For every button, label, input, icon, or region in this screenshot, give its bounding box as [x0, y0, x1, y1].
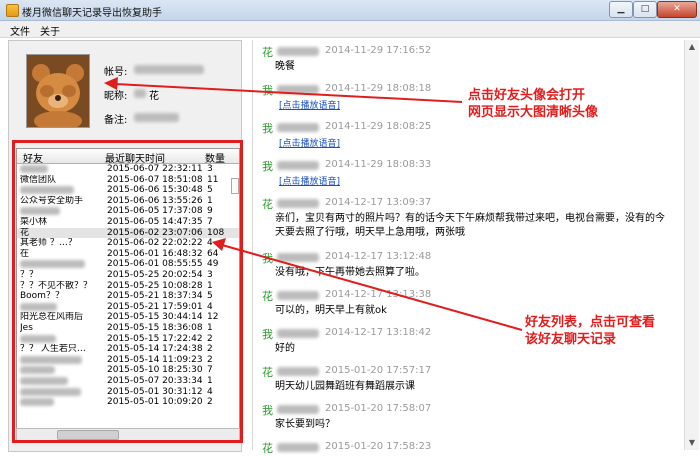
play-voice-link[interactable]: [点击播放语音] — [279, 98, 340, 111]
scroll-down-icon[interactable]: ▼ — [685, 436, 699, 450]
blurred-sender-name — [277, 199, 319, 208]
menu-about[interactable]: 关于 — [40, 23, 60, 38]
menu-file[interactable]: 文件 — [10, 23, 30, 38]
minimize-button[interactable]: ▁ — [609, 1, 633, 18]
chat-timestamp: 2015-01-20 17:57:17 — [325, 365, 432, 376]
account-label: 帐号: — [104, 67, 128, 78]
list-annotation: 好友列表，点击可查看 该好友聊天记录 — [525, 315, 656, 347]
chat-message: 亲们，宝贝有两寸的照片吗？有的话今天下午麻烦帮我带过来吧，电视台需要，没有的今天… — [275, 213, 665, 238]
chat-sender: 我 — [262, 404, 273, 417]
chat-sender: 花 — [262, 366, 273, 379]
chat-message: 没有哦，下午再带她去照算了啦。 — [275, 267, 425, 278]
chat-sender: 花 — [262, 290, 273, 303]
teddy-bear-icon — [27, 55, 89, 127]
avatar-annotation: 点击好友头像会打开 网页显示大图清晰头像 — [468, 88, 599, 120]
blurred-sender-name — [277, 253, 319, 262]
remark-value — [134, 113, 179, 122]
nickname-label: 昵称: — [104, 91, 128, 102]
chat-timestamp: 2015-01-20 17:58:07 — [325, 403, 432, 414]
chat-timestamp: 2014-12-17 13:18:42 — [325, 327, 432, 338]
chat-timestamp: 2014-11-29 18:08:33 — [325, 159, 432, 170]
blurred-sender-name — [277, 85, 319, 94]
remark-label: 备注: — [104, 115, 128, 126]
chat-timestamp: 2014-12-17 13:12:48 — [325, 251, 432, 262]
close-button[interactable]: ✕ — [657, 1, 697, 18]
title-bar: 楼月微信聊天记录导出恢复助手 ▁ □ ✕ — [0, 0, 700, 21]
chat-sender: 我 — [262, 122, 273, 135]
chat-sender: 我 — [262, 160, 273, 173]
chat-sender: 我 — [262, 84, 273, 97]
scroll-up-icon[interactable]: ▲ — [685, 40, 699, 54]
window-title: 楼月微信聊天记录导出恢复助手 — [22, 8, 162, 19]
chat-timestamp: 2014-12-17 13:13:38 — [325, 289, 432, 300]
blurred-sender-name — [277, 47, 319, 56]
maximize-button[interactable]: □ — [633, 1, 657, 18]
chat-timestamp: 2014-11-29 17:16:52 — [325, 45, 432, 56]
chat-timestamp: 2015-01-20 17:58:23 — [325, 441, 432, 452]
account-value — [134, 65, 204, 74]
blurred-sender-name — [277, 161, 319, 170]
blurred-sender-name — [277, 443, 319, 452]
play-voice-link[interactable]: [点击播放语音] — [279, 136, 340, 149]
nickname-blur — [134, 89, 146, 98]
chat-message: 家长要到吗？ — [275, 419, 335, 430]
chat-timestamp: 2014-11-29 18:08:25 — [325, 121, 432, 132]
blurred-sender-name — [277, 291, 319, 300]
chat-timestamp: 2014-12-17 13:09:37 — [325, 197, 432, 208]
friend-avatar[interactable] — [26, 54, 90, 128]
chat-message: 明天幼儿园舞蹈班有舞蹈展示课 — [275, 381, 415, 392]
menu-bar: 文件 关于 — [0, 21, 700, 38]
blurred-sender-name — [277, 405, 319, 414]
chat-sender: 花 — [262, 442, 273, 455]
chat-message: 晚餐 — [275, 61, 295, 72]
chat-timestamp: 2014-11-29 18:08:18 — [325, 83, 432, 94]
chat-sender: 花 — [262, 198, 273, 211]
blurred-sender-name — [277, 367, 319, 376]
chat-vscrollbar[interactable]: ▲ ▼ — [684, 40, 699, 450]
app-icon — [6, 4, 19, 17]
chat-sender: 我 — [262, 252, 273, 265]
blurred-sender-name — [277, 123, 319, 132]
blurred-sender-name — [277, 329, 319, 338]
chat-sender: 我 — [262, 328, 273, 341]
friend-list-highlight — [12, 140, 243, 443]
nickname-value: 花 — [149, 91, 159, 102]
play-voice-link[interactable]: [点击播放语音] — [279, 174, 340, 187]
chat-sender: 花 — [262, 46, 273, 59]
